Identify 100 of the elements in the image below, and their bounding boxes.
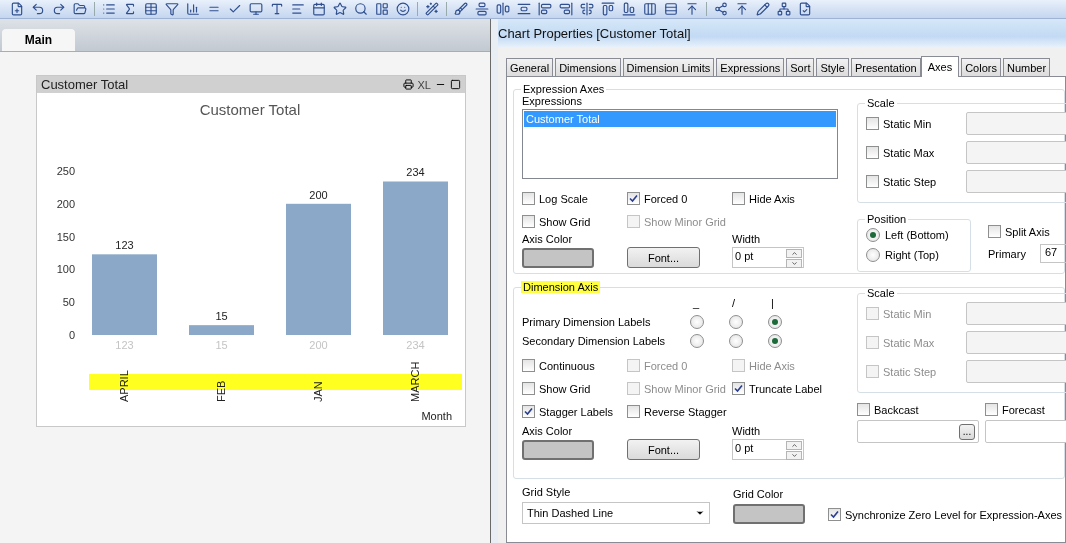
brush-icon[interactable] bbox=[452, 1, 470, 17]
tab[interactable]: Colors bbox=[961, 58, 1001, 77]
star-icon[interactable] bbox=[331, 1, 349, 17]
tab[interactable]: Number bbox=[1002, 58, 1051, 77]
radio-button[interactable] bbox=[690, 333, 704, 348]
checkbox-label: Hide Axis bbox=[749, 192, 795, 205]
excel-export-button[interactable]: XL bbox=[417, 78, 431, 91]
distribute-icon[interactable] bbox=[515, 1, 533, 17]
search-icon[interactable] bbox=[352, 1, 370, 17]
checkbox[interactable] bbox=[522, 405, 535, 418]
group-title: Scale bbox=[866, 287, 896, 299]
checkbox[interactable] bbox=[522, 359, 535, 372]
align-icon[interactable] bbox=[557, 1, 575, 17]
checkbox-label: Reverse Stagger bbox=[644, 405, 727, 418]
chart-title: Customer Total bbox=[199, 101, 301, 118]
category-label: MARCH bbox=[409, 361, 421, 402]
width-spinner[interactable]: 0 pt bbox=[732, 439, 804, 460]
maximize-icon[interactable] bbox=[450, 79, 461, 90]
tab[interactable]: Sort bbox=[786, 58, 815, 77]
align-icon[interactable] bbox=[599, 1, 617, 17]
grid-color-button[interactable] bbox=[733, 504, 805, 524]
radio-button[interactable] bbox=[690, 314, 704, 329]
filter-icon[interactable] bbox=[163, 1, 181, 17]
text-field[interactable] bbox=[966, 360, 1066, 383]
text-field[interactable] bbox=[966, 302, 1066, 325]
group-title: Dimension Axis bbox=[521, 281, 601, 293]
table-icon[interactable] bbox=[142, 1, 160, 17]
group-title: Scale bbox=[866, 97, 896, 109]
backcast-field[interactable]: ... bbox=[857, 420, 979, 443]
checkbox[interactable] bbox=[627, 405, 640, 418]
align-icon[interactable] bbox=[578, 1, 596, 17]
radio-button[interactable] bbox=[768, 314, 782, 329]
share-icon[interactable] bbox=[712, 1, 730, 17]
rows-icon[interactable] bbox=[662, 1, 680, 17]
checkbox[interactable] bbox=[866, 146, 879, 159]
list-icon[interactable] bbox=[100, 1, 118, 17]
y-tick-label: 250 bbox=[56, 165, 75, 177]
tab[interactable]: Style bbox=[816, 58, 849, 77]
field-label: Width bbox=[732, 425, 762, 437]
columns-icon[interactable] bbox=[641, 1, 659, 17]
wand-icon[interactable] bbox=[423, 1, 441, 17]
field-label: Expressions bbox=[522, 95, 583, 107]
secondary-label: 200 bbox=[309, 339, 328, 351]
checkbox[interactable] bbox=[866, 175, 879, 188]
grid-style-dropdown[interactable]: Thin Dashed Line bbox=[522, 502, 710, 524]
radio-button[interactable] bbox=[729, 333, 743, 348]
text-field[interactable] bbox=[966, 112, 1066, 135]
field-label: Primary bbox=[988, 247, 1026, 260]
checkbox[interactable] bbox=[522, 382, 535, 395]
tab[interactable]: Presentation bbox=[850, 58, 921, 77]
radio-button[interactable] bbox=[729, 314, 743, 329]
checkbox[interactable] bbox=[988, 225, 1001, 238]
monitor-icon[interactable] bbox=[247, 1, 265, 17]
radio-button[interactable] bbox=[866, 248, 880, 262]
checkbox[interactable] bbox=[866, 117, 879, 130]
align-icon[interactable] bbox=[473, 1, 491, 17]
checkbox[interactable] bbox=[732, 382, 745, 395]
axis-color-button[interactable] bbox=[522, 248, 594, 268]
font-button[interactable]: Font... bbox=[627, 439, 700, 460]
tab[interactable]: Axes bbox=[920, 56, 960, 77]
tab[interactable]: Expressions bbox=[716, 58, 785, 77]
checkbox[interactable] bbox=[985, 403, 998, 416]
checkbox-label: Show Grid bbox=[539, 382, 591, 395]
font-button[interactable]: Font... bbox=[627, 247, 700, 268]
checkbox[interactable] bbox=[857, 403, 870, 416]
align-icon[interactable] bbox=[494, 1, 512, 17]
radio-button[interactable] bbox=[866, 228, 880, 242]
checkbox-label: Static Max bbox=[883, 146, 935, 159]
axis-color-button[interactable] bbox=[522, 440, 594, 460]
data-label: 200 bbox=[309, 188, 328, 201]
orientation-header: _ bbox=[692, 296, 700, 309]
text-field[interactable] bbox=[966, 331, 1066, 354]
text-field[interactable] bbox=[966, 170, 1066, 193]
print-icon[interactable] bbox=[402, 79, 414, 90]
pencil-icon[interactable] bbox=[754, 1, 772, 17]
calendar-icon[interactable] bbox=[310, 1, 328, 17]
data-label: 15 bbox=[215, 310, 228, 323]
folder-icon[interactable] bbox=[71, 1, 89, 17]
primary-field[interactable]: 67 bbox=[1039, 244, 1066, 263]
checkbox[interactable] bbox=[828, 508, 841, 521]
checkbox-label: Truncate Label bbox=[749, 382, 822, 395]
checkbox[interactable] bbox=[732, 192, 745, 205]
smiley-icon[interactable] bbox=[394, 1, 412, 17]
width-spinner[interactable]: 0 pt bbox=[732, 247, 804, 268]
radio-button[interactable] bbox=[768, 333, 782, 348]
checkbox[interactable] bbox=[522, 192, 535, 205]
checkbox[interactable] bbox=[522, 215, 535, 228]
sheet-tab[interactable]: Main bbox=[2, 29, 75, 51]
checkbox[interactable] bbox=[627, 192, 640, 205]
align-icon[interactable] bbox=[536, 1, 554, 17]
network-icon[interactable] bbox=[775, 1, 793, 17]
tab[interactable]: General bbox=[506, 58, 554, 77]
text-field[interactable] bbox=[966, 141, 1066, 164]
tab[interactable]: Dimension Limits bbox=[622, 58, 715, 77]
panel-icon[interactable] bbox=[373, 1, 391, 17]
align-icon[interactable] bbox=[620, 1, 638, 17]
text-lines-icon[interactable] bbox=[289, 1, 307, 17]
browse-button[interactable]: ... bbox=[959, 423, 975, 440]
bar-chart-icon[interactable] bbox=[184, 1, 202, 17]
tab[interactable]: Dimensions bbox=[555, 58, 621, 77]
